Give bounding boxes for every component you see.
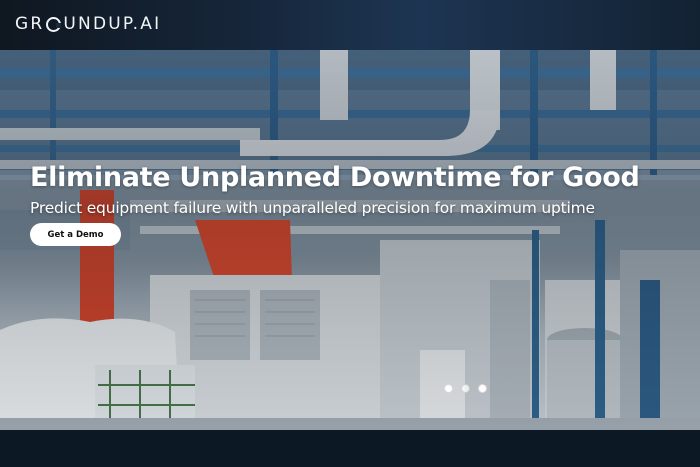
hero-banner: Eliminate Unplanned Downtime for Good Pr… [0,50,700,430]
carousel-dot-2[interactable] [461,384,470,393]
groundup-logo[interactable]: GR UNDUP.AI [15,13,161,35]
carousel-dot-1[interactable] [444,384,453,393]
logo-o-mark-icon [46,16,62,32]
hero-subheadline: Predict equipment failure with unparalle… [30,199,595,217]
get-a-demo-button[interactable]: Get a Demo [30,223,121,246]
carousel-dot-3[interactable] [478,384,487,393]
footer-bar [0,430,700,467]
site-header: GR UNDUP.AI [0,0,700,50]
logo-text-start: GR [15,14,45,34]
logo-text-end: UNDUP.AI [63,14,162,34]
carousel-dots [444,384,487,393]
hero-headline: Eliminate Unplanned Downtime for Good [30,162,640,193]
